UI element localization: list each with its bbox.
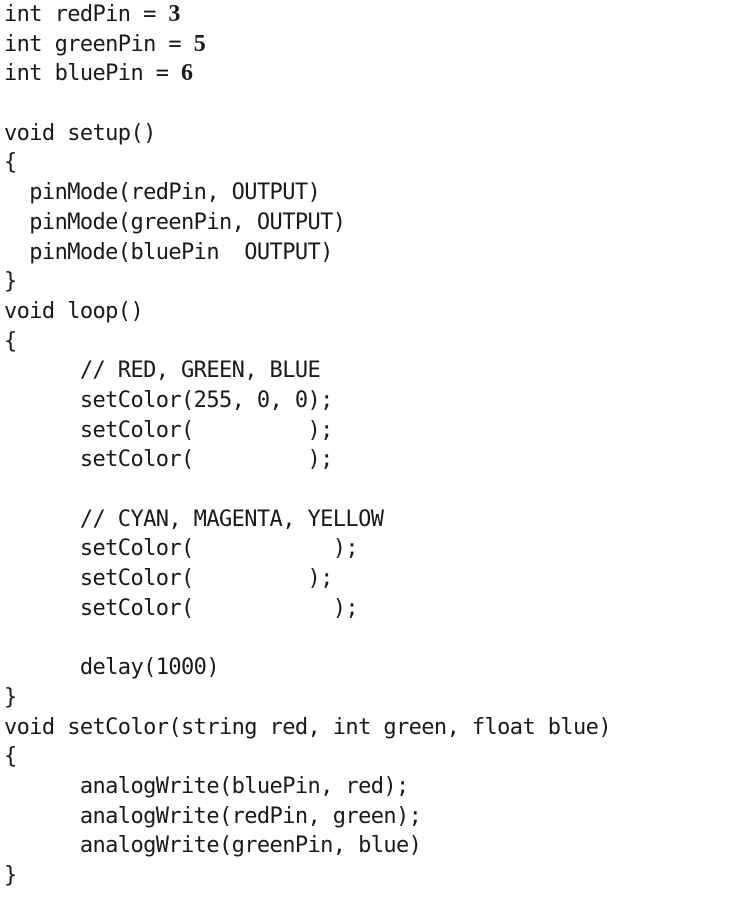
pin-number: 3 — [168, 1, 181, 27]
code-line: setColor( ); — [4, 595, 359, 621]
code-line: analogWrite(greenPin, blue) — [4, 833, 422, 859]
code-listing: int redPin = 3 int greenPin = 5 int bluePi… — [4, 0, 612, 891]
pin-number: 6 — [181, 60, 194, 87]
code-line: analogWrite(redPin, green); — [4, 803, 422, 829]
code-line: setColor(255, 0, 0); — [4, 387, 334, 413]
code-line: // CYAN, MAGENTA, YELLOW — [4, 506, 384, 532]
code-line: } — [4, 684, 17, 710]
code-line: } — [4, 862, 17, 888]
code-line: { — [4, 744, 17, 770]
code-line: setColor( ); — [4, 536, 359, 562]
code-line: void setColor(string red, int green, flo… — [4, 714, 612, 740]
code-line: void setup() — [4, 120, 156, 146]
code-line: pinMode(redPin, OUTPUT) — [4, 180, 321, 206]
pin-number: 5 — [193, 30, 206, 57]
code-line: setColor( ); — [4, 566, 334, 592]
code-line: delay(1000) — [4, 655, 220, 681]
code-line: setColor( ); — [4, 417, 334, 443]
code-line: int redPin = 3 — [4, 1, 181, 27]
code-line: { — [4, 150, 17, 176]
code-line: pinMode(bluePin OUTPUT) — [4, 239, 333, 265]
code-line: setColor( ); — [4, 447, 334, 473]
code-line: int greenPin = 5 — [4, 30, 206, 57]
code-line: { — [4, 328, 17, 354]
code-line: // RED, GREEN, BLUE — [4, 358, 321, 384]
code-line: } — [4, 269, 17, 295]
code-line: void loop() — [4, 298, 144, 324]
code-line: analogWrite(bluePin, red); — [4, 773, 409, 799]
code-line: int bluePin = 6 — [4, 60, 194, 87]
code-line: pinMode(greenPin, OUTPUT) — [4, 209, 346, 235]
